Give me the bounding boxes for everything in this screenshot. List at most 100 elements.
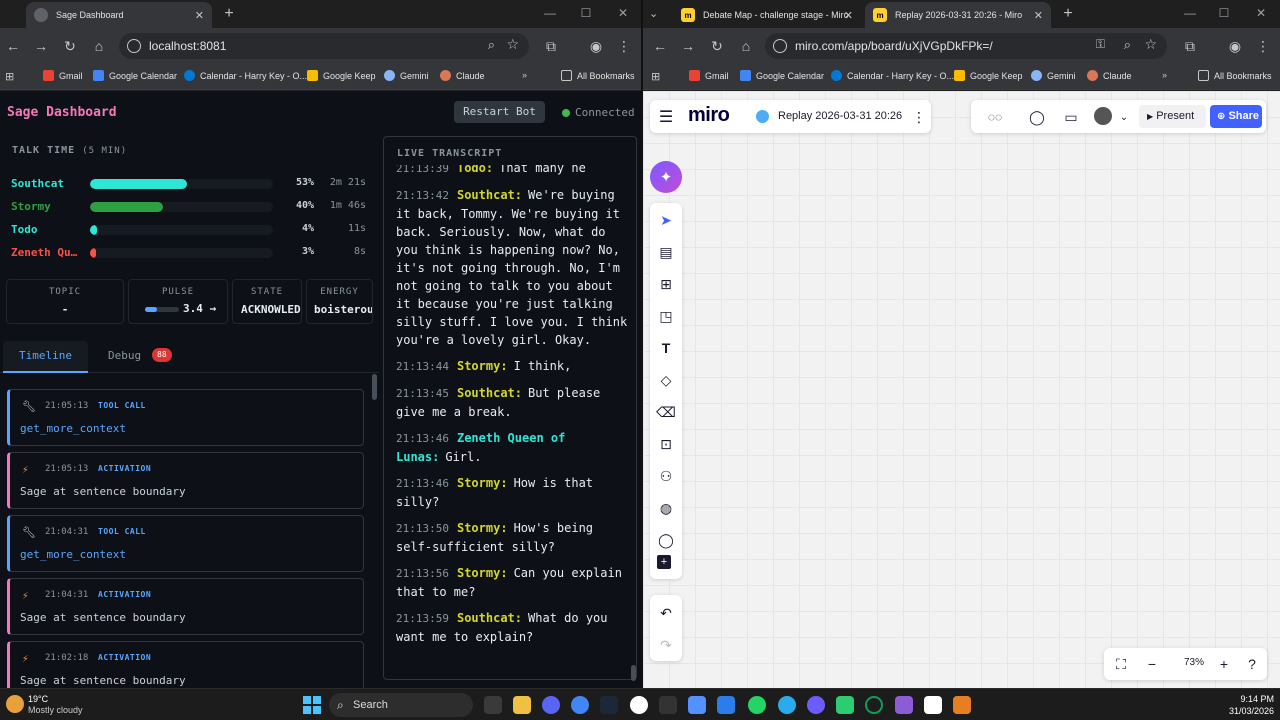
minimize-icon[interactable]: — xyxy=(1180,6,1200,20)
password-key-icon[interactable]: ⚿ xyxy=(1096,37,1105,52)
terminal-icon[interactable] xyxy=(659,696,677,714)
menu-icon[interactable]: ⋮ xyxy=(1254,37,1272,55)
taskbar-search-box[interactable]: ⌕ Search xyxy=(329,693,473,717)
miro-logo[interactable]: miro xyxy=(688,104,730,127)
bookmark-gmail[interactable]: Gmail xyxy=(43,70,83,81)
bookmark-outlook-calendar[interactable]: Calendar - Harry Key - O... xyxy=(831,70,954,81)
timeline-event[interactable]: ⚡ 21:02:18 ACTIVATION Sage at sentence boun… xyxy=(7,641,364,688)
close-tab-icon[interactable]: ✕ xyxy=(844,9,853,22)
tab-search-icon[interactable]: ⌄ xyxy=(649,7,663,21)
bookmark-gemini[interactable]: Gemini xyxy=(384,70,429,81)
board-options-icon[interactable]: ⋮ xyxy=(909,107,929,127)
timeline-scrollbar[interactable] xyxy=(372,374,377,688)
app-icon[interactable] xyxy=(630,696,648,714)
obsidian-icon[interactable] xyxy=(895,696,913,714)
tab-sage-dashboard[interactable]: Sage Dashboard ✕ xyxy=(26,2,212,28)
bookmark-star-icon[interactable]: ☆ xyxy=(506,36,519,53)
back-icon[interactable]: ← xyxy=(651,37,669,55)
discord-icon[interactable] xyxy=(542,696,560,714)
add-more-icon[interactable]: + xyxy=(657,555,671,569)
palette-icon[interactable]: ◍ xyxy=(656,498,676,518)
more-bookmarks-icon[interactable]: » xyxy=(1162,70,1167,80)
miro-board-canvas[interactable]: ☰ miro Replay 2026-03-31 20:26 ⋮ ◌◌ ◯ ▭ … xyxy=(643,91,1280,688)
address-bar[interactable]: miro.com/app/board/uXjVGpDkFPk=/ ⚿ ⌕ ☆ xyxy=(765,33,1167,59)
minimize-icon[interactable]: — xyxy=(540,6,560,20)
forward-icon[interactable]: → xyxy=(679,37,697,55)
chevron-down-icon[interactable]: ⌄ xyxy=(1114,107,1134,127)
address-bar[interactable]: localhost:8081 ⌕ ☆ xyxy=(119,33,529,59)
extensions-icon[interactable]: ⧉ xyxy=(1181,37,1199,55)
share-button[interactable]: ⊕ Share xyxy=(1210,105,1262,128)
transcript-scrollbar[interactable] xyxy=(631,135,636,681)
messenger-icon[interactable] xyxy=(807,696,825,714)
comments-icon[interactable]: ◯ xyxy=(1027,107,1047,127)
windows-start-icon[interactable] xyxy=(303,696,321,714)
timeline-event[interactable]: 🔧︎ 21:05:13 TOOL CALL get_more_context xyxy=(7,389,364,446)
timeline-event[interactable]: ⚡ 21:05:13 ACTIVATION Sage at sentence boun… xyxy=(7,452,364,509)
close-tab-icon[interactable]: ✕ xyxy=(195,9,204,22)
apps-icon[interactable]: ⚇ xyxy=(656,466,676,486)
telegram-icon[interactable] xyxy=(778,696,796,714)
redo-icon[interactable]: ↷ xyxy=(656,635,676,655)
text-tool-icon[interactable]: T xyxy=(656,338,676,358)
app-icon-orange[interactable] xyxy=(953,696,971,714)
maximize-icon[interactable]: ☐ xyxy=(576,6,596,20)
reload-icon[interactable]: ↻ xyxy=(61,37,79,55)
menu-icon[interactable]: ⋮ xyxy=(615,37,633,55)
apps-icon[interactable]: ⊞ xyxy=(5,70,14,83)
more-bookmarks-icon[interactable]: » xyxy=(522,70,527,80)
bookmark-outlook-calendar[interactable]: Calendar - Harry Key - O... xyxy=(184,70,307,81)
profile-icon[interactable]: ◉ xyxy=(1226,37,1244,55)
new-tab-button[interactable]: + xyxy=(219,4,239,24)
present-button[interactable]: ▶ Present xyxy=(1139,105,1206,128)
reactions-icon[interactable]: ◌◌ xyxy=(980,107,1010,127)
clock-date[interactable]: 31/03/2026 xyxy=(1200,706,1274,716)
board-title[interactable]: Replay 2026-03-31 20:26 xyxy=(778,110,902,122)
timeline-event[interactable]: 🔧︎ 21:04:31 TOOL CALL get_more_context xyxy=(7,515,364,572)
templates-icon[interactable]: ▤ xyxy=(656,242,676,262)
home-icon[interactable]: ⌂ xyxy=(90,37,108,55)
profile-icon[interactable]: ◉ xyxy=(587,37,605,55)
bookmark-google-keep[interactable]: Google Keep xyxy=(954,70,1023,81)
weather-icon[interactable] xyxy=(6,695,24,713)
reload-icon[interactable]: ↻ xyxy=(708,37,726,55)
bookmark-claude[interactable]: Claude xyxy=(440,70,485,81)
all-bookmarks[interactable]: All Bookmarks xyxy=(1198,70,1272,81)
frame-icon[interactable]: ⊡ xyxy=(656,434,676,454)
avatar[interactable] xyxy=(1094,107,1112,125)
home-icon[interactable]: ⌂ xyxy=(737,37,755,55)
tab-debate-map[interactable]: m Debate Map - challenge stage - Miro ✕ xyxy=(673,2,861,28)
bookmark-gemini[interactable]: Gemini xyxy=(1031,70,1076,81)
zoom-icon[interactable]: ⌕ xyxy=(488,37,495,53)
help-icon[interactable]: ? xyxy=(1242,654,1262,674)
eraser-icon[interactable]: ⌫ xyxy=(656,402,676,422)
bookmark-google-calendar[interactable]: Google Calendar xyxy=(93,70,177,81)
all-bookmarks[interactable]: All Bookmarks xyxy=(561,70,635,81)
tab-replay-board[interactable]: m Replay 2026-03-31 20:26 - Miro ✕ xyxy=(865,2,1051,28)
bookmark-gmail[interactable]: Gmail xyxy=(689,70,729,81)
ai-sparkle-icon[interactable]: ✦ xyxy=(650,161,682,193)
notepad-icon[interactable] xyxy=(717,696,735,714)
extensions-icon[interactable]: ⧉ xyxy=(542,37,560,55)
zoom-level[interactable]: 73% xyxy=(1176,657,1212,668)
tab-debug[interactable]: Debug xyxy=(108,349,141,362)
forward-icon[interactable]: → xyxy=(32,37,50,55)
apps-icon[interactable]: ⊞ xyxy=(651,70,660,83)
back-icon[interactable]: ← xyxy=(4,37,22,55)
chrome-icon[interactable] xyxy=(571,696,589,714)
frames-layout-icon[interactable]: ⊞ xyxy=(656,274,676,294)
zoom-in-icon[interactable]: + xyxy=(1214,654,1234,674)
bookmark-google-calendar[interactable]: Google Calendar xyxy=(740,70,824,81)
bookmark-claude[interactable]: Claude xyxy=(1087,70,1132,81)
hamburger-menu-icon[interactable]: ☰ xyxy=(656,107,676,127)
zoom-out-icon[interactable]: − xyxy=(1142,654,1162,674)
comment-icon[interactable]: ◯ xyxy=(656,530,676,550)
fit-to-screen-icon[interactable]: ⛶ xyxy=(1111,654,1131,674)
powershell-icon[interactable] xyxy=(688,696,706,714)
video-call-icon[interactable]: ▭ xyxy=(1061,107,1081,127)
task-view-icon[interactable] xyxy=(484,696,502,714)
chat-app-icon[interactable] xyxy=(836,696,854,714)
file-explorer-icon[interactable] xyxy=(513,696,531,714)
tab-timeline[interactable]: Timeline xyxy=(3,341,88,373)
bookmark-google-keep[interactable]: Google Keep xyxy=(307,70,376,81)
